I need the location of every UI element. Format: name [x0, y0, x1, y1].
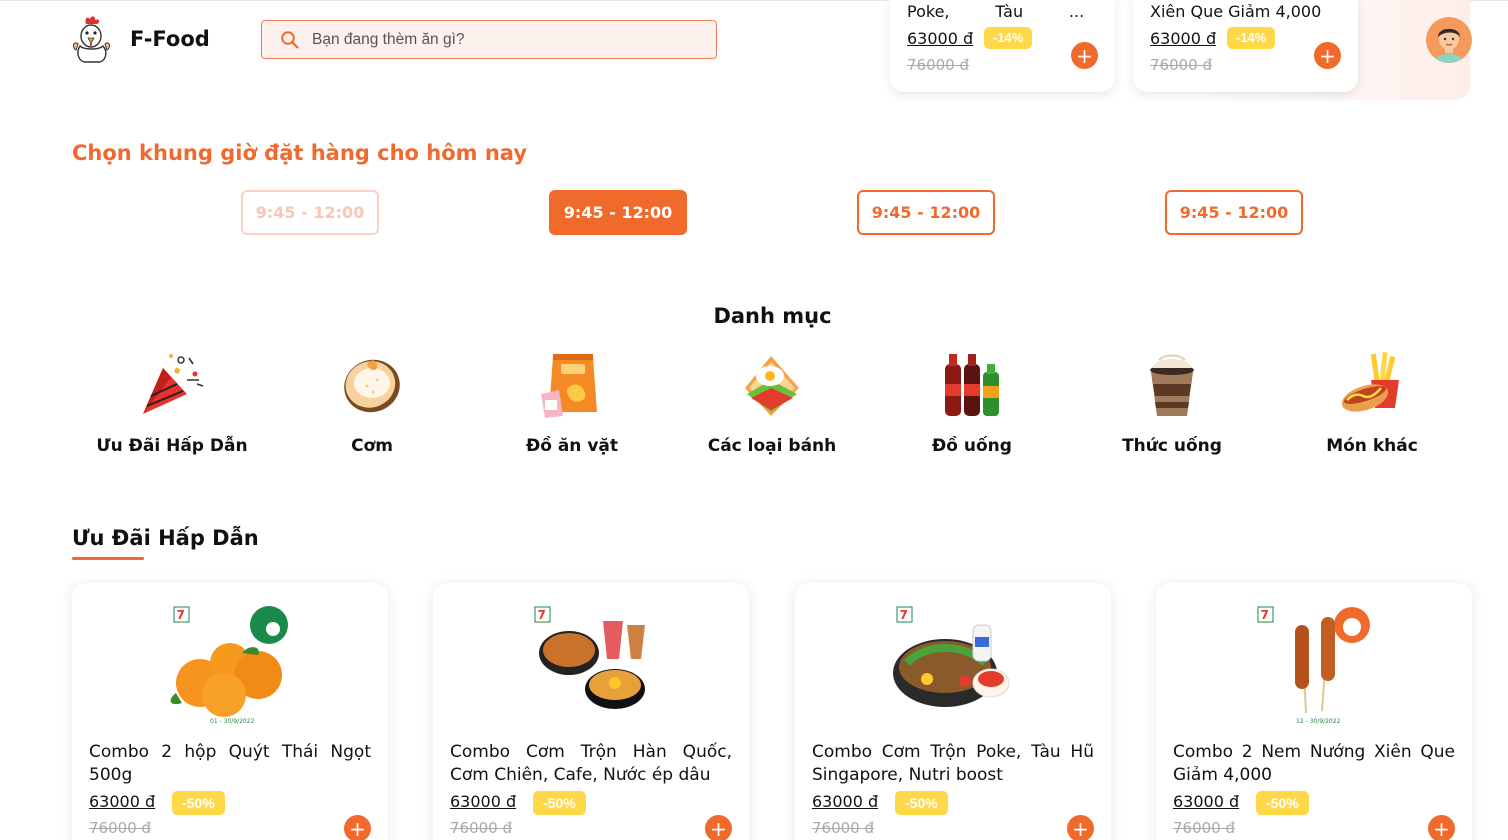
product-card[interactable]: 7 12 - 30/9/2022 Combo 2 Nem Nướng Xiên …: [1156, 583, 1472, 840]
category-label: Đồ ăn vặt: [525, 436, 618, 456]
mini-product-old-price: 76000 đ: [907, 56, 970, 74]
category-item-beverages[interactable]: Thức uống: [1072, 350, 1272, 456]
product-name: Combo 2 hộp Quýt Thái Ngọt 500g: [89, 742, 371, 785]
svg-text:7: 7: [538, 608, 546, 622]
mini-product-card[interactable]: Poke, Tàu ... 63000 đ -14% 76000 đ +: [890, 0, 1115, 92]
discount-badge: -50%: [1256, 791, 1309, 815]
product-old-price: 76000 đ: [89, 819, 152, 837]
product-card[interactable]: 7 Combo Cơm Trộn Hàn Quốc, Cơm Chiên, Ca…: [433, 583, 749, 840]
product-name: Combo Cơm Trộn Hàn Quốc, Cơm Chiên, Cafe…: [450, 742, 732, 785]
time-slot-button-disabled[interactable]: 9:45 - 12:00: [241, 190, 379, 235]
product-old-price: 76000 đ: [1173, 819, 1236, 837]
category-item-snacks[interactable]: Đồ ăn vặt: [472, 350, 672, 456]
logo[interactable]: F-Food: [70, 14, 210, 64]
svg-text:12 - 30/9/2022: 12 - 30/9/2022: [1296, 718, 1341, 725]
product-old-price: 76000 đ: [450, 819, 513, 837]
category-item-promotions[interactable]: Ưu Đãi Hấp Dẫn: [72, 350, 272, 456]
tangerines-image: 7 01 - 30/9/2022: [170, 606, 288, 725]
product-price: 63000 đ: [89, 792, 156, 811]
product-price: 63000 đ: [812, 792, 879, 811]
mini-product-name: Xiên Que Giảm 4,000: [1150, 2, 1322, 21]
discount-badge: -50%: [533, 791, 586, 815]
hotdog-fries-icon: [1341, 351, 1399, 412]
product-price: 63000 đ: [450, 792, 517, 811]
category-label: Cơm: [351, 436, 393, 456]
time-slot-title: Chọn khung giờ đặt hàng cho hôm nay: [72, 141, 528, 165]
plus-icon: +: [1319, 43, 1336, 68]
product-name: Combo 2 Nem Nướng Xiên Que Giảm 4,000: [1173, 742, 1455, 785]
plus-icon: +: [1076, 43, 1093, 68]
party-popper-icon: [143, 354, 204, 414]
mini-product-price: 63000 đ: [1150, 29, 1217, 48]
discount-badge: -14%: [1227, 27, 1276, 49]
time-slot-button[interactable]: 9:45 - 12:00: [857, 190, 995, 235]
mini-product-old-price: 76000 đ: [1150, 56, 1213, 74]
categories-title: Danh mục: [713, 304, 832, 328]
add-to-cart-button[interactable]: +: [1428, 815, 1455, 840]
brand-name: F-Food: [130, 27, 210, 51]
plus-icon: +: [349, 816, 366, 840]
category-label: Thức uống: [1122, 436, 1222, 456]
add-to-cart-button[interactable]: +: [1071, 42, 1098, 69]
snack-bag-icon: [541, 354, 597, 418]
svg-text:7: 7: [177, 608, 185, 622]
category-label: Món khác: [1326, 436, 1418, 456]
chicken-logo-icon: [73, 16, 110, 63]
product-card[interactable]: 7 Combo Cơm Trộn Poke, Tàu Hũ Singapore,…: [795, 583, 1111, 840]
mini-product-price: 63000 đ: [907, 29, 974, 48]
skewers-image: 7 12 - 30/9/2022: [1257, 606, 1370, 725]
category-item-rice[interactable]: Cơm: [272, 350, 472, 456]
time-slot-button[interactable]: 9:45 - 12:00: [1165, 190, 1303, 235]
discount-badge: -50%: [172, 791, 225, 815]
search-icon: [281, 30, 299, 49]
svg-text:7: 7: [900, 608, 908, 622]
category-item-breads[interactable]: Các loại bánh: [672, 350, 872, 456]
svg-text:7: 7: [1261, 608, 1269, 622]
add-to-cart-button[interactable]: +: [1314, 42, 1341, 69]
search-bar[interactable]: [261, 20, 717, 59]
poke-bowl-image: 7: [893, 606, 1010, 707]
discount-badge: -50%: [895, 791, 948, 815]
category-item-others[interactable]: Món khác: [1272, 350, 1472, 456]
plus-icon: +: [1433, 816, 1450, 840]
product-price: 63000 đ: [1173, 792, 1240, 811]
soda-bottles-icon: [945, 354, 999, 416]
plus-icon: +: [1072, 816, 1089, 840]
category-item-drinks[interactable]: Đồ uống: [872, 350, 1072, 456]
mini-product-card[interactable]: Xiên Que Giảm 4,000 63000 đ -14% 76000 đ…: [1133, 0, 1358, 92]
section-underline: [72, 557, 144, 560]
time-slot-button-active[interactable]: 9:45 - 12:00: [549, 190, 687, 235]
product-name: Combo Cơm Trộn Poke, Tàu Hũ Singapore, N…: [812, 742, 1094, 785]
mini-product-name: Poke, Tàu ...: [907, 2, 1085, 21]
search-input[interactable]: [312, 30, 692, 49]
add-to-cart-button[interactable]: +: [1067, 815, 1094, 840]
add-to-cart-button[interactable]: +: [705, 815, 732, 840]
product-card[interactable]: 7 01 - 30/9/2022 Combo 2 hộp Quýt Thái N…: [72, 583, 388, 840]
rice-bowl-icon: [344, 359, 400, 413]
avatar-icon: [1426, 17, 1472, 63]
category-label: Đồ uống: [932, 436, 1012, 456]
sandwich-icon: [745, 356, 799, 416]
discount-badge: -14%: [984, 27, 1033, 49]
milk-tea-icon: [1150, 354, 1194, 416]
category-label: Các loại bánh: [707, 436, 837, 456]
user-avatar[interactable]: [1426, 17, 1472, 63]
offers-section-title: Ưu Đãi Hấp Dẫn: [72, 526, 259, 550]
add-to-cart-button[interactable]: +: [344, 815, 371, 840]
rice-combo-image: 7: [534, 606, 645, 709]
plus-icon: +: [710, 816, 727, 840]
category-label: Ưu Đãi Hấp Dẫn: [96, 436, 248, 456]
product-old-price: 76000 đ: [812, 819, 875, 837]
svg-text:01 - 30/9/2022: 01 - 30/9/2022: [210, 718, 255, 725]
